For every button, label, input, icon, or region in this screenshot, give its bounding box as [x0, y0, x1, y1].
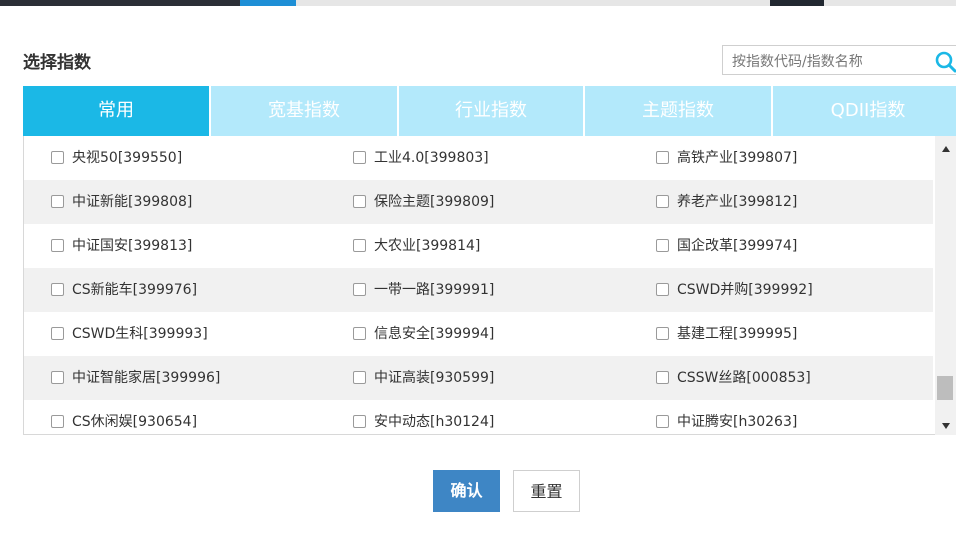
list-row: 中证新能[399808] 保险主题[399809] 养老产业[399812] [24, 180, 933, 224]
index-option-label: 高铁产业[399807] [677, 150, 798, 166]
index-checkbox[interactable] [353, 326, 366, 340]
index-checkbox[interactable] [656, 150, 669, 164]
index-option[interactable]: 养老产业[399812] [656, 180, 797, 224]
index-option[interactable]: 大农业[399814] [353, 224, 480, 268]
tab-qdii[interactable]: QDII指数 [773, 86, 956, 136]
list-row: 中证国安[399813] 大农业[399814] 国企改革[399974] [24, 224, 933, 268]
index-checkbox[interactable] [353, 370, 366, 384]
index-option[interactable]: 中证智能家居[399996] [51, 356, 220, 400]
tab-theme[interactable]: 主题指数 [585, 86, 771, 136]
scroll-thumb[interactable] [937, 376, 953, 400]
index-checkbox[interactable] [656, 282, 669, 296]
index-checkbox[interactable] [51, 150, 64, 164]
tab-broad-based[interactable]: 宽基指数 [211, 86, 397, 136]
index-rows: 央视50[399550] 工业4.0[399803] 高铁产业[399807] 中证新… [24, 136, 933, 434]
index-option[interactable]: 中证腾安[h30263] [656, 400, 798, 434]
scroll-up-arrow-icon[interactable] [935, 140, 956, 158]
index-option-label: 一带一路[399991] [374, 282, 495, 298]
index-checkbox[interactable] [656, 326, 669, 340]
index-checkbox[interactable] [51, 326, 64, 340]
index-option[interactable]: 央视50[399550] [51, 136, 182, 180]
search-box [722, 45, 956, 75]
index-checkbox[interactable] [51, 414, 64, 428]
index-list: 央视50[399550] 工业4.0[399803] 高铁产业[399807] 中证新… [23, 136, 956, 435]
index-option-label: CSSW丝路[000853] [677, 370, 811, 386]
reset-button[interactable]: 重置 [513, 470, 580, 512]
index-option-label: 保险主题[399809] [374, 194, 495, 210]
index-option[interactable]: 中证高装[930599] [353, 356, 494, 400]
index-checkbox[interactable] [353, 282, 366, 296]
index-option-label: 国企改革[399974] [677, 238, 798, 254]
index-option-label: CS新能车[399976] [72, 282, 198, 298]
index-option-label: CSWD生科[399993] [72, 326, 208, 342]
index-option-label: 中证腾安[h30263] [677, 414, 798, 430]
index-checkbox[interactable] [353, 414, 366, 428]
index-option[interactable]: 国企改革[399974] [656, 224, 797, 268]
tab-common[interactable]: 常用 [23, 86, 209, 136]
index-option[interactable]: CSSW丝路[000853] [656, 356, 811, 400]
index-option[interactable]: 信息安全[399994] [353, 312, 494, 356]
index-checkbox[interactable] [51, 282, 64, 296]
list-row: CS新能车[399976] 一带一路[399991] CSWD并购[399992] [24, 268, 933, 312]
index-option-label: 大农业[399814] [374, 238, 481, 254]
index-option-label: 央视50[399550] [72, 150, 183, 166]
dialog-title: 选择指数 [23, 53, 91, 73]
index-option-label: 基建工程[399995] [677, 326, 798, 342]
list-row: 中证智能家居[399996] 中证高装[930599] CSSW丝路[000853] [24, 356, 933, 400]
scroll-down-arrow-icon[interactable] [935, 417, 956, 435]
index-checkbox[interactable] [51, 194, 64, 208]
page: 选择指数 常用 宽基指数 行业指数 主题指数 QDII指数 央视50[39955… [0, 0, 956, 534]
index-option[interactable]: 中证新能[399808] [51, 180, 192, 224]
search-input[interactable] [730, 51, 934, 73]
index-option-label: 中证国安[399813] [72, 238, 193, 254]
index-checkbox[interactable] [656, 194, 669, 208]
index-option-label: CSWD并购[399992] [677, 282, 813, 298]
index-option[interactable]: CSWD生科[399993] [51, 312, 208, 356]
index-option[interactable]: 中证国安[399813] [51, 224, 192, 268]
index-option[interactable]: 一带一路[399991] [353, 268, 494, 312]
index-option[interactable]: 安中动态[h30124] [353, 400, 495, 434]
index-option-label: 安中动态[h30124] [374, 414, 495, 430]
index-option-label: 中证新能[399808] [72, 194, 193, 210]
index-option[interactable]: CS休闲娱[930654] [51, 400, 198, 434]
index-option-label: 中证智能家居[399996] [72, 370, 221, 386]
index-option[interactable]: CS新能车[399976] [51, 268, 197, 312]
index-checkbox[interactable] [353, 238, 366, 252]
index-option-label: 信息安全[399994] [374, 326, 495, 342]
index-checkbox[interactable] [51, 370, 64, 384]
index-option[interactable]: 高铁产业[399807] [656, 136, 797, 180]
search-icon[interactable] [934, 50, 956, 74]
index-option[interactable]: 工业4.0[399803] [353, 136, 489, 180]
select-index-dialog: 选择指数 常用 宽基指数 行业指数 主题指数 QDII指数 央视50[39955… [0, 6, 956, 534]
index-option[interactable]: 保险主题[399809] [353, 180, 494, 224]
list-row: 央视50[399550] 工业4.0[399803] 高铁产业[399807] [24, 136, 933, 180]
index-checkbox[interactable] [656, 238, 669, 252]
index-checkbox[interactable] [656, 370, 669, 384]
index-option-label: 养老产业[399812] [677, 194, 798, 210]
confirm-button[interactable]: 确认 [433, 470, 500, 512]
list-row: CS休闲娱[930654] 安中动态[h30124] 中证腾安[h30263] [24, 400, 933, 434]
index-checkbox[interactable] [353, 150, 366, 164]
index-option[interactable]: 基建工程[399995] [656, 312, 797, 356]
index-option-label: CS休闲娱[930654] [72, 414, 198, 430]
list-row: CSWD生科[399993] 信息安全[399994] 基建工程[399995] [24, 312, 933, 356]
list-scrollbar[interactable] [935, 136, 956, 435]
index-option-label: 中证高装[930599] [374, 370, 495, 386]
index-checkbox[interactable] [353, 194, 366, 208]
index-option[interactable]: CSWD并购[399992] [656, 268, 813, 312]
tab-industry[interactable]: 行业指数 [399, 86, 583, 136]
index-checkbox[interactable] [656, 414, 669, 428]
index-option-label: 工业4.0[399803] [374, 150, 489, 166]
index-checkbox[interactable] [51, 238, 64, 252]
index-category-tabs: 常用 宽基指数 行业指数 主题指数 QDII指数 [23, 86, 956, 136]
